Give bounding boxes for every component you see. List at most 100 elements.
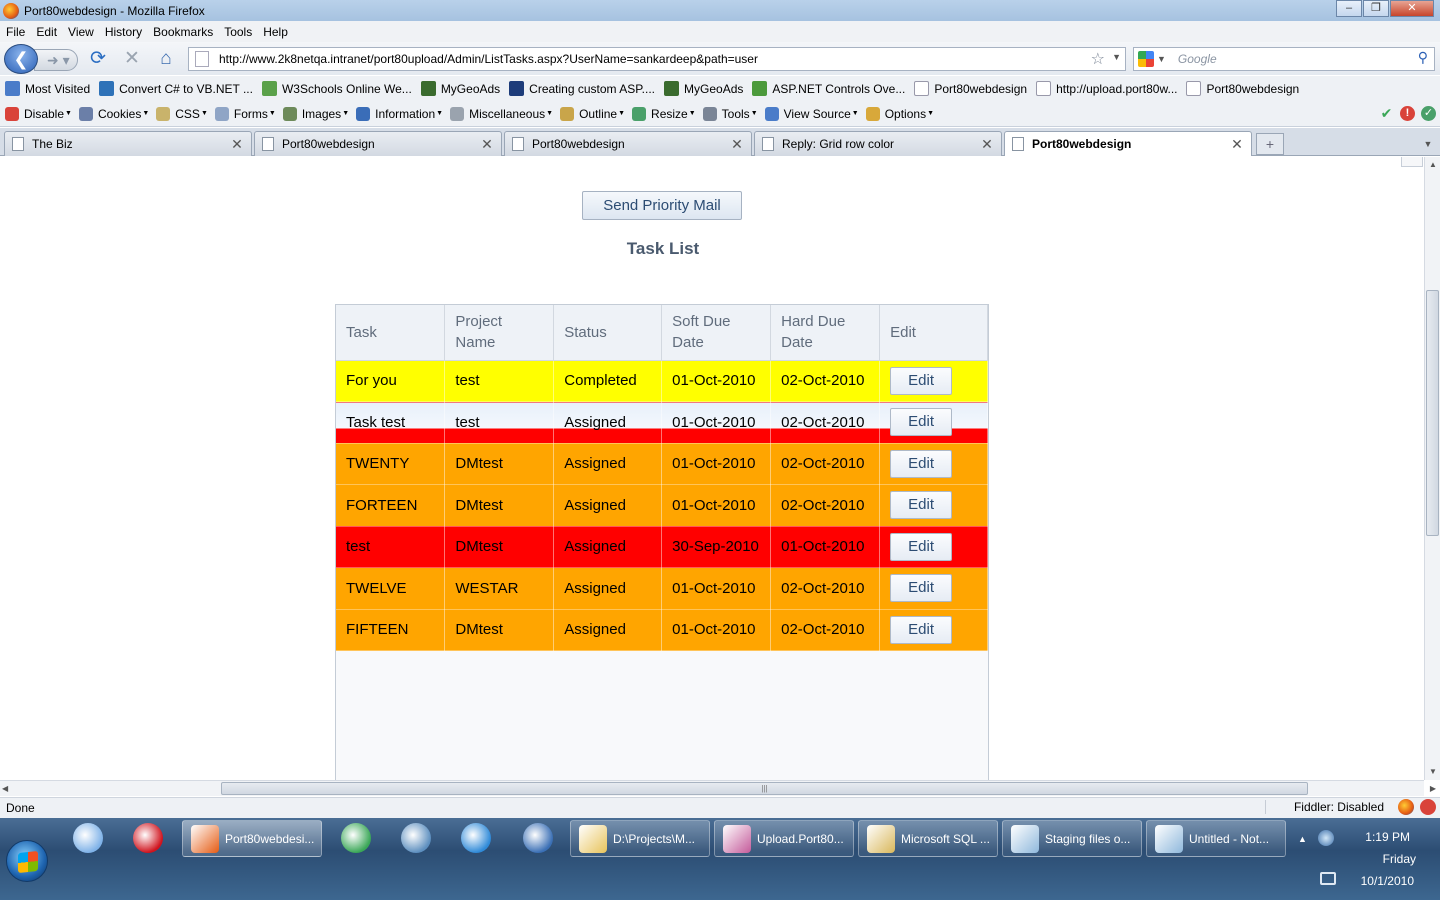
firefox-status-icon[interactable] (1398, 799, 1414, 815)
bookmark-w3schools-online-we[interactable]: W3Schools Online We... (261, 81, 412, 96)
clock-time[interactable]: 1:19 PM (1365, 830, 1410, 844)
scroll-right-icon[interactable]: ▶ (1430, 781, 1436, 797)
taskbar-window-untitled-not[interactable]: Untitled - Not... (1146, 820, 1286, 857)
close-tab-icon[interactable]: ✕ (729, 136, 745, 153)
vertical-scrollbar[interactable]: ▲ ▼ (1424, 157, 1440, 780)
menu-file[interactable]: File (6, 25, 25, 39)
edit-button[interactable]: Edit (890, 449, 953, 478)
search-bar[interactable]: ▼ Google ⚲ (1133, 47, 1435, 71)
scroll-down-icon[interactable]: ▼ (1425, 764, 1440, 780)
error-icon[interactable]: ! (1400, 106, 1415, 121)
bookmark-port80webdesign[interactable]: Port80webdesign (914, 81, 1027, 96)
safari-pinned[interactable] (64, 818, 112, 858)
tab-port80webdesign[interactable]: Port80webdesign ✕ (1004, 131, 1252, 156)
edit-button[interactable]: Edit (890, 408, 953, 437)
stop-icon[interactable]: ✕ (121, 48, 143, 70)
forward-button[interactable]: ➜ ▾ (34, 49, 78, 71)
home-icon[interactable]: ⌂ (155, 48, 177, 70)
maximize-button[interactable]: ❐ (1363, 0, 1389, 17)
search-engine-dropdown-icon[interactable]: ▼ (1157, 54, 1166, 64)
search-input[interactable]: Google (1178, 52, 1217, 66)
devtool-outline[interactable]: Outline ▼ (560, 106, 625, 121)
network-icon[interactable] (1318, 830, 1334, 846)
vertical-scroll-thumb[interactable] (1426, 290, 1439, 536)
menu-help[interactable]: Help (263, 25, 288, 39)
menu-history[interactable]: History (105, 25, 142, 39)
bookmark-most-visited[interactable]: Most Visited (5, 81, 90, 96)
start-button[interactable] (6, 840, 48, 882)
edit-button[interactable]: Edit (890, 615, 953, 644)
taskbar-window-port80webdesi[interactable]: Port80webdesi... (182, 820, 322, 857)
horizontal-scroll-thumb[interactable]: ||| (221, 782, 1308, 795)
close-tab-icon[interactable]: ✕ (479, 136, 495, 153)
fiddler-status[interactable]: Fiddler: Disabled (1264, 800, 1384, 814)
chrome-pinned[interactable] (332, 818, 380, 858)
view-splitter[interactable] (1401, 157, 1423, 167)
close-tab-icon[interactable]: ✕ (979, 136, 995, 153)
edit-button[interactable]: Edit (890, 366, 953, 395)
devtool-resize[interactable]: Resize ▼ (632, 106, 696, 121)
devtool-images[interactable]: Images ▼ (282, 106, 349, 121)
valid-css-icon[interactable]: ✔ (1379, 106, 1394, 121)
url-dropdown-icon[interactable]: ▼ (1112, 52, 1121, 62)
taskbar-window-staging-files-o[interactable]: Staging files o... (1002, 820, 1142, 857)
edit-button[interactable]: Edit (890, 491, 953, 520)
tab-port80webdesign[interactable]: Port80webdesign ✕ (504, 131, 752, 156)
menu-bookmarks[interactable]: Bookmarks (153, 25, 213, 39)
reload-icon[interactable]: ⟳ (87, 48, 109, 70)
devtool-information[interactable]: Information ▼ (356, 106, 443, 121)
devtool-view-source[interactable]: View Source ▼ (764, 106, 859, 121)
network-tool-pinned[interactable] (392, 818, 440, 858)
thunderbird-pinned[interactable] (514, 818, 562, 858)
bookmark-port80webdesign[interactable]: Port80webdesign (1186, 81, 1299, 96)
tab-list-dropdown-icon[interactable]: ▼ (1419, 133, 1437, 155)
bookmark-mygeoads[interactable]: MyGeoAds (664, 81, 743, 96)
taskbar-window-upload-port80[interactable]: Upload.Port80... (714, 820, 854, 857)
close-tab-icon[interactable]: ✕ (1229, 136, 1245, 153)
bookmark-mygeoads[interactable]: MyGeoAds (420, 81, 500, 96)
ie-pinned[interactable] (452, 818, 500, 858)
menu-tools[interactable]: Tools (224, 25, 252, 39)
edit-button[interactable]: Edit (890, 532, 953, 561)
menu-edit[interactable]: Edit (36, 25, 57, 39)
display-icon[interactable] (1320, 872, 1336, 885)
edit-button[interactable]: Edit (890, 574, 953, 603)
taskbar-window-d-projects-m[interactable]: D:\Projects\M... (570, 820, 710, 857)
scroll-left-icon[interactable]: ◀ (2, 781, 8, 797)
opera-pinned[interactable] (124, 818, 172, 858)
devtool-tools[interactable]: Tools ▼ (702, 106, 758, 121)
bookmark-http-upload-port80w[interactable]: http://upload.port80w... (1036, 81, 1177, 96)
devtool-forms[interactable]: Forms ▼ (214, 106, 276, 121)
show-hidden-icons-icon[interactable]: ▲ (1298, 834, 1307, 844)
error-status-icon[interactable] (1420, 799, 1436, 815)
tab-port80webdesign[interactable]: Port80webdesign ✕ (254, 131, 502, 156)
bookmark-star-icon[interactable]: ☆ (1091, 49, 1105, 69)
url-text[interactable]: http://www.2k8netqa.intranet/port80uploa… (219, 52, 758, 66)
send-priority-mail-button[interactable]: Send Priority Mail (582, 191, 742, 220)
clock-date[interactable]: 10/1/2010 (1361, 874, 1414, 888)
devtool-options[interactable]: Options ▼ (865, 106, 934, 121)
back-button[interactable]: ❮ (4, 44, 38, 74)
minimize-button[interactable]: – (1336, 0, 1362, 17)
close-window-button[interactable]: ✕ (1390, 0, 1434, 17)
close-tab-icon[interactable]: ✕ (229, 136, 245, 153)
taskbar-window-microsoft-sql[interactable]: Microsoft SQL ... (858, 820, 998, 857)
bookmark-creating-custom-asp[interactable]: Creating custom ASP.... (509, 81, 655, 96)
valid-html-icon[interactable]: ✓ (1421, 106, 1436, 121)
clock-day[interactable]: Friday (1383, 852, 1416, 866)
horizontal-scrollbar[interactable]: ◀ ||| ▶ (0, 780, 1436, 797)
bookmark-asp-net-controls-ove[interactable]: ASP.NET Controls Ove... (752, 81, 905, 96)
new-tab-button[interactable]: + (1256, 133, 1284, 155)
devtool-miscellaneous[interactable]: Miscellaneous ▼ (450, 106, 553, 121)
tab-reply-grid-row-color[interactable]: Reply: Grid row color ✕ (754, 131, 1002, 156)
google-icon[interactable] (1138, 51, 1154, 67)
bookmark-convert-c-to-vb-net[interactable]: Convert C# to VB.NET ... (99, 81, 253, 96)
devtool-disable[interactable]: Disable ▼ (5, 106, 72, 121)
scroll-up-icon[interactable]: ▲ (1425, 157, 1440, 173)
menu-view[interactable]: View (68, 25, 94, 39)
devtool-cookies[interactable]: Cookies ▼ (78, 106, 149, 121)
devtool-css[interactable]: CSS ▼ (156, 106, 208, 121)
tab-the-biz[interactable]: The Biz ✕ (4, 131, 252, 156)
search-icon[interactable]: ⚲ (1418, 49, 1428, 66)
address-bar[interactable]: http://www.2k8netqa.intranet/port80uploa… (188, 47, 1126, 71)
